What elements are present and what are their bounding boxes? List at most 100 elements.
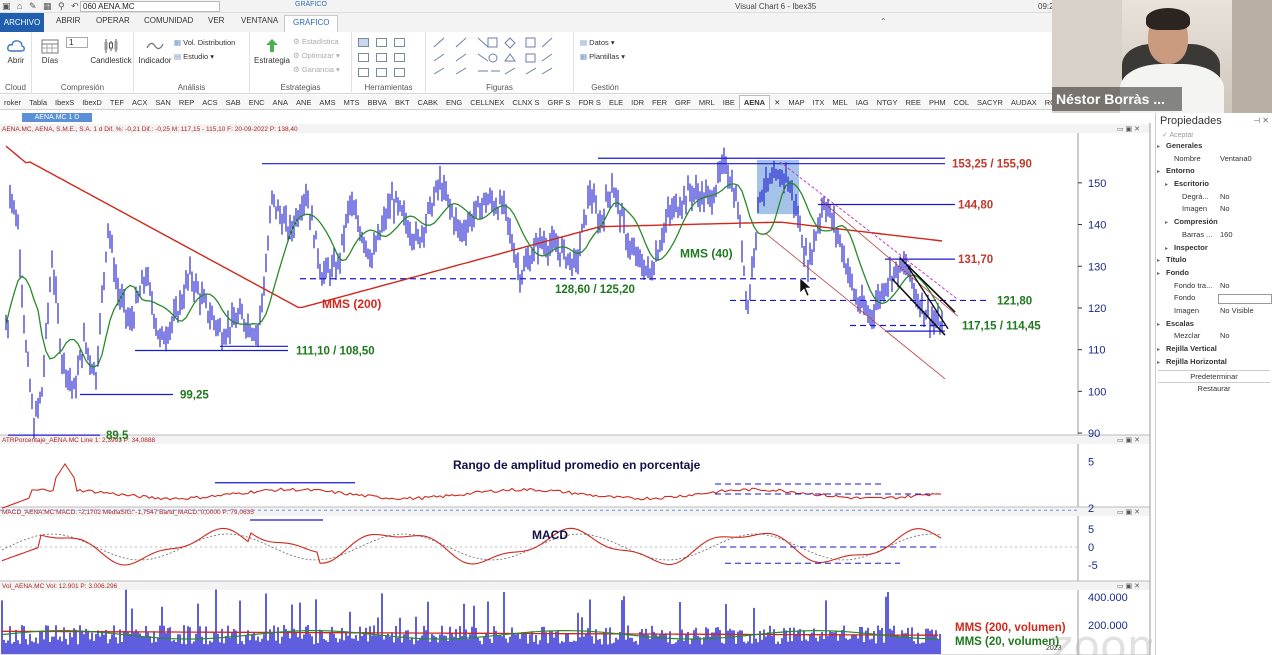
predeterminar-button[interactable]: Predeterminar (1158, 370, 1270, 381)
tab-ventana[interactable]: VENTANA (241, 16, 278, 25)
symbol-tab-cabk[interactable]: CABK (414, 96, 442, 109)
ruler-tool-icon[interactable] (376, 53, 387, 62)
symbol-tab-tabla[interactable]: Tabla (25, 96, 51, 109)
symbol-tab-mel[interactable]: MEL (828, 96, 851, 109)
symbol-tab-idr[interactable]: IDR (627, 96, 648, 109)
symbol-tab-sacyr[interactable]: SACYR (973, 96, 1007, 109)
symbol-tab-ane[interactable]: ANE (292, 96, 315, 109)
expand-triangle-icon[interactable]: ▸ (1157, 270, 1160, 277)
grid-tool-icon[interactable] (394, 68, 405, 77)
text-tool-icon[interactable] (358, 68, 369, 77)
symbol-tab-aena[interactable]: AENA (738, 95, 771, 109)
help-tool-icon[interactable] (394, 53, 405, 62)
property-row[interactable]: Mezclar No (1156, 331, 1272, 344)
select-tool-icon[interactable] (358, 38, 369, 47)
candlestick-button[interactable]: Candlestick (90, 38, 132, 65)
symbol-tab-tef[interactable]: TEF (106, 96, 128, 109)
property-row[interactable]: ▸ Escritorio (1156, 179, 1272, 192)
crosshair-tool-icon[interactable] (358, 53, 369, 62)
symbol-tab-enc[interactable]: ENC (245, 96, 269, 109)
fondo-color-input[interactable] (1218, 294, 1272, 305)
expand-triangle-icon[interactable]: ▸ (1157, 257, 1160, 264)
property-row[interactable]: ▸ Escalas (1156, 319, 1272, 332)
symbol-tab-ntgy[interactable]: NTGY (873, 96, 902, 109)
symbol-tab-ana[interactable]: ANA (269, 96, 292, 109)
symbol-tab-ibexs[interactable]: IbexS (51, 96, 78, 109)
expand-triangle-icon[interactable]: ▸ (1157, 359, 1160, 366)
property-row[interactable]: Fondo tra... No (1156, 281, 1272, 294)
tab-grafico[interactable]: GRÁFICO (284, 15, 339, 32)
symbol-combo[interactable]: 060 AENA.MC (80, 1, 220, 12)
symbol-tab-fer[interactable]: FER (648, 96, 671, 109)
property-row[interactable]: ▸ Compresión (1156, 217, 1272, 230)
symbol-tab-san[interactable]: SAN (151, 96, 174, 109)
expand-triangle-icon[interactable]: ▸ (1157, 143, 1160, 150)
property-row[interactable]: ▸ Fondo (1156, 268, 1272, 281)
tab-archivo[interactable]: ARCHIVO (0, 13, 44, 32)
chart-area[interactable]: AENA.MC, AENA, S.M.E., S.A. 1 d Dif. %: … (0, 123, 1152, 655)
tab-comunidad[interactable]: COMUNIDAD (144, 16, 193, 25)
pin-icon[interactable]: ⊣ ✕ (1253, 116, 1269, 125)
estudio-button[interactable]: ▤ Estudio ▾ (174, 52, 214, 61)
property-row[interactable]: Degrá... No (1156, 192, 1272, 205)
property-row[interactable]: ▸ Generales (1156, 141, 1272, 154)
close-tab-icon[interactable]: ✕ (770, 96, 784, 109)
expand-triangle-icon[interactable]: ▸ (1157, 321, 1160, 328)
ganancia-button[interactable]: ⚙ Ganancia ▾ (293, 65, 340, 74)
estadistica-button[interactable]: ⚙ Estadística (293, 37, 339, 46)
symbol-tab-ibe[interactable]: IBE (719, 96, 739, 109)
property-row[interactable]: ▸ Rejilla Vertical (1156, 344, 1272, 357)
property-row[interactable]: ▸ Título (1156, 255, 1272, 268)
zoom-tool-icon[interactable] (376, 38, 387, 47)
pin-tool-icon[interactable] (376, 68, 387, 77)
expand-triangle-icon[interactable]: ▸ (1157, 168, 1160, 175)
symbol-tab-col[interactable]: COL (950, 96, 973, 109)
compression-spinner[interactable]: 1 (66, 37, 88, 48)
price-panel-header-window-controls-icon[interactable]: ▭ ▣ ✕ (1117, 126, 1140, 133)
abrir-cloud-button[interactable]: Abrir (2, 38, 30, 65)
symbol-tab-ams[interactable]: AMS (315, 96, 339, 109)
property-row[interactable]: Nombre Ventana0 (1156, 154, 1272, 167)
symbol-tab-eng[interactable]: ENG (442, 96, 466, 109)
symbol-tab-cellnex[interactable]: CELLNEX (466, 96, 508, 109)
symbol-tab-itx[interactable]: ITX (809, 96, 829, 109)
print-tool-icon[interactable] (394, 38, 405, 47)
symbol-tab-phm[interactable]: PHM (925, 96, 950, 109)
expand-triangle-icon[interactable]: ▸ (1157, 346, 1160, 353)
symbol-tab-mts[interactable]: MTS (340, 96, 364, 109)
symbol-tab-fdr-s[interactable]: FDR S (574, 96, 605, 109)
volume-panel-header-window-controls-icon[interactable]: ▭ ▣ ✕ (1117, 583, 1140, 590)
symbol-tab-map[interactable]: MAP (784, 96, 808, 109)
symbol-tab-ibexd[interactable]: IbexD (78, 96, 106, 109)
expand-triangle-icon[interactable]: ▸ (1165, 245, 1168, 252)
expand-triangle-icon[interactable]: ▸ (1165, 181, 1168, 188)
collapse-ribbon-icon[interactable]: ⌃ (880, 17, 887, 26)
symbol-tab-audax[interactable]: AUDAX (1007, 96, 1041, 109)
plantillas-button[interactable]: ▦ Plantillas ▾ (580, 52, 625, 61)
symbol-tab-mrl[interactable]: MRL (695, 96, 719, 109)
datos-button[interactable]: ▤ Datos ▾ (580, 38, 615, 47)
property-row[interactable]: Barras ... 160 (1156, 230, 1272, 243)
symbol-tab-rovi[interactable]: ROVI (1041, 96, 1052, 109)
symbol-tab-bkt[interactable]: BKT (391, 96, 414, 109)
restaurar-button[interactable]: Restaurar (1158, 382, 1270, 393)
symbol-tab-grf-s[interactable]: GRF S (544, 96, 575, 109)
symbol-tab-acs[interactable]: ACS (198, 96, 221, 109)
vol-distribution-button[interactable]: ▦ Vol. Distribution (174, 38, 235, 47)
property-row[interactable]: Imagen No (1156, 204, 1272, 217)
dias-button[interactable]: Días (36, 38, 64, 65)
property-row[interactable]: ▸ Entorno (1156, 166, 1272, 179)
symbol-tab-ele[interactable]: ELE (605, 96, 627, 109)
atr-panel-header-window-controls-icon[interactable]: ▭ ▣ ✕ (1117, 437, 1140, 444)
symbol-tab-ree[interactable]: REE (902, 96, 925, 109)
macd-panel-header-window-controls-icon[interactable]: ▭ ▣ ✕ (1117, 509, 1140, 516)
quick-access-icons[interactable]: ▣ ⌂ ✎ ▦ ⚲ ↶ ▾ (2, 1, 92, 12)
property-row[interactable]: ▸ Rejilla Horizontal (1156, 357, 1272, 370)
symbol-tab-roker[interactable]: roker (0, 96, 25, 109)
tab-ver[interactable]: VER (208, 16, 224, 25)
symbol-tab-acx[interactable]: ACX (128, 96, 151, 109)
symbol-tab-iag[interactable]: IAG (852, 96, 873, 109)
chart-svg[interactable]: AENA.MC, AENA, S.M.E., S.A. 1 d Dif. %: … (0, 123, 1152, 655)
indicador-button[interactable]: Indicador (136, 38, 174, 65)
symbol-tab-clnx-s[interactable]: CLNX S (508, 96, 543, 109)
